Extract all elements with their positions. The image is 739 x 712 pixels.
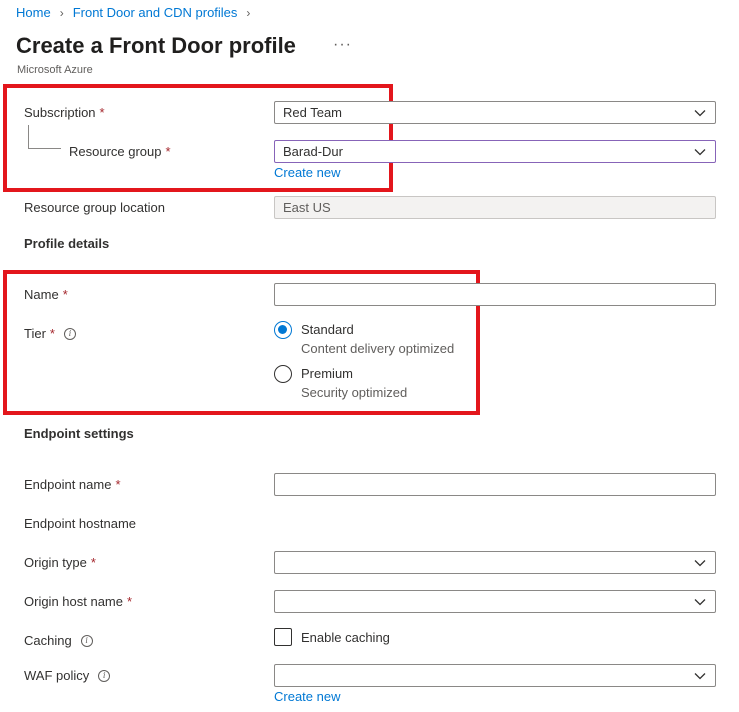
resource-group-label-text: Resource group [69,144,162,159]
required-marker: * [90,555,96,570]
caching-label: Caching i [24,633,93,648]
tree-connector-horizontal [28,148,61,149]
tier-standard-title: Standard [301,322,354,337]
endpoint-name-label: Endpoint name * [24,477,121,492]
resource-group-dropdown[interactable]: Barad-Dur [274,140,716,163]
breadcrumb-profiles-link[interactable]: Front Door and CDN profiles [73,5,238,20]
subscription-label: Subscription * [24,105,105,120]
enable-caching-label: Enable caching [301,629,390,645]
enable-caching-checkbox-row[interactable]: Enable caching [274,628,390,646]
create-new-resource-group-link[interactable]: Create new [274,165,340,180]
endpoint-settings-heading: Endpoint settings [24,426,134,441]
resource-group-location-value: East US [283,200,331,215]
origin-host-name-dropdown[interactable] [274,590,716,613]
endpoint-name-label-text: Endpoint name [24,477,112,492]
required-marker: * [127,594,133,609]
tier-label: Tier * i [24,326,76,341]
chevron-down-icon [694,598,706,605]
required-marker: * [62,287,68,302]
endpoint-hostname-label: Endpoint hostname [24,516,137,531]
chevron-down-icon [694,672,706,679]
radio-standard[interactable] [274,321,292,339]
breadcrumb: Home › Front Door and CDN profiles › [16,5,259,20]
info-icon[interactable]: i [63,327,76,340]
required-marker: * [49,326,55,341]
chevron-down-icon [694,148,706,155]
tree-connector-vertical [28,125,29,149]
subscription-value: Red Team [283,105,343,120]
create-new-waf-policy-link[interactable]: Create new [274,689,340,704]
origin-host-name-label: Origin host name * [24,594,132,609]
resource-group-location-label: Resource group location [24,200,165,215]
tier-option-standard[interactable]: Standard Content delivery optimized [274,321,494,361]
page-title: Create a Front Door profile [16,33,296,58]
subscription-label-text: Subscription [24,105,96,120]
tier-option-premium[interactable]: Premium Security optimized [274,365,494,405]
radio-premium[interactable] [274,365,292,383]
tier-label-text: Tier [24,326,46,341]
waf-policy-dropdown[interactable] [274,664,716,687]
chevron-down-icon [694,559,706,566]
breadcrumb-home-link[interactable]: Home [16,5,51,20]
name-input[interactable] [274,283,716,306]
page-subtitle: Microsoft Azure [17,64,93,76]
tier-premium-title: Premium [301,366,354,381]
origin-type-label: Origin type * [24,555,96,570]
origin-type-label-text: Origin type [24,555,87,570]
tier-premium-desc: Security optimized [301,385,408,400]
name-label-text: Name [24,287,59,302]
profile-details-heading: Profile details [24,236,110,251]
caching-label-text: Caching [24,633,72,648]
tier-standard-desc: Content delivery optimized [301,341,455,356]
chevron-right-icon: › [59,5,64,20]
required-marker: * [165,144,171,159]
origin-type-dropdown[interactable] [274,551,716,574]
resource-group-location-field: East US [274,196,716,219]
waf-policy-label: WAF policy i [24,668,111,683]
waf-policy-label-text: WAF policy [24,668,90,683]
endpoint-name-input[interactable] [274,473,716,496]
more-options-button[interactable]: ··· [333,36,352,54]
resource-group-value: Barad-Dur [283,144,343,159]
name-label: Name * [24,287,68,302]
resource-group-label: Resource group * [69,144,171,159]
required-marker: * [115,477,121,492]
chevron-right-icon: › [246,5,251,20]
info-icon[interactable]: i [80,634,93,647]
enable-caching-checkbox[interactable] [274,628,292,646]
info-icon[interactable]: i [98,669,111,682]
origin-host-name-label-text: Origin host name [24,594,123,609]
required-marker: * [99,105,105,120]
chevron-down-icon [694,109,706,116]
subscription-dropdown[interactable]: Red Team [274,101,716,124]
